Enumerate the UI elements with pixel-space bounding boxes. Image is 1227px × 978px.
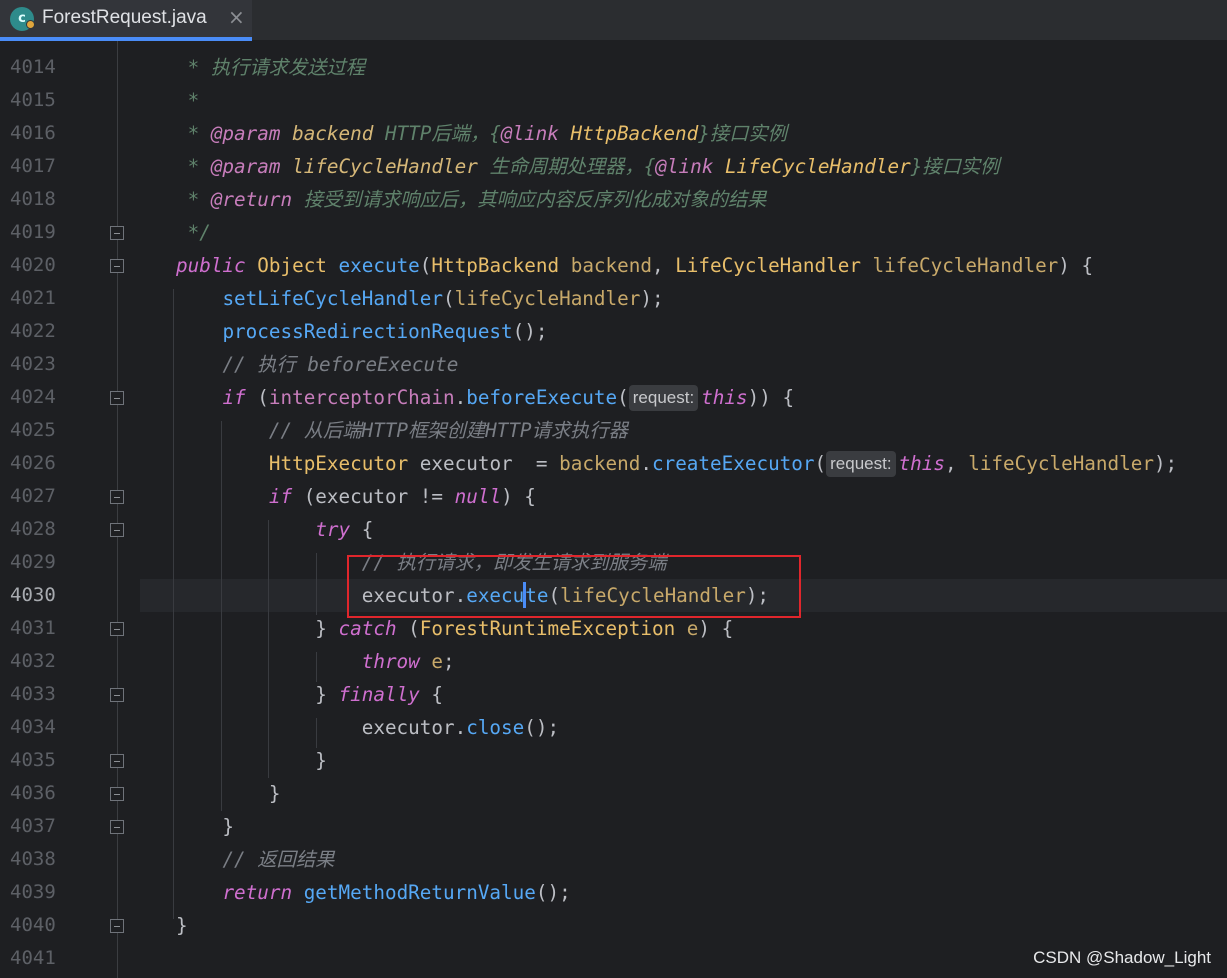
line-number: 4014 (10, 56, 56, 78)
tab-forest-request[interactable]: c ForestRequest.java × (0, 0, 252, 41)
code-line-4020: public Object execute(HttpBackend backen… (176, 254, 1094, 277)
code-line-4037: } (176, 815, 235, 838)
code-line-4016: * @param backend HTTP后端，{@link HttpBacke… (176, 122, 787, 145)
java-class-icon: c (10, 7, 35, 31)
code-line-4028: try { (315, 518, 374, 541)
code-line-4039: return getMethodReturnValue(); (222, 881, 571, 904)
fold-gutter-line (117, 41, 118, 978)
param-hint: request: (628, 385, 699, 411)
close-icon[interactable]: × (228, 5, 245, 29)
code-line-4032: throw e; (361, 650, 455, 673)
watermark: CSDN @Shadow_Light (1033, 948, 1211, 967)
line-number: 4018 (10, 188, 56, 210)
code-line-4014: * 执行请求发送过程 (176, 56, 366, 79)
code-line-4025: // 从后端HTTP框架创建HTTP请求执行器 (268, 419, 628, 442)
fold-marker[interactable] (110, 919, 124, 933)
line-number: 4037 (10, 815, 56, 837)
line-number: 4040 (10, 914, 56, 936)
code-line-4036: } (176, 782, 281, 805)
line-number: 4041 (10, 947, 56, 969)
fold-marker[interactable] (110, 259, 124, 273)
fold-marker[interactable] (110, 787, 124, 801)
fold-marker[interactable] (110, 820, 124, 834)
indent-guide (173, 289, 174, 919)
line-number: 4039 (10, 881, 56, 903)
code-line-4027: if (executor != null) { (268, 485, 536, 508)
code-line-4022: processRedirectionRequest(); (222, 320, 548, 343)
line-number: 4023 (10, 353, 56, 375)
line-number: 4019 (10, 221, 56, 243)
code-line-4023: // 执行 beforeExecute (222, 353, 459, 376)
fold-marker[interactable] (110, 523, 124, 537)
fold-marker[interactable] (110, 754, 124, 768)
line-number: 4028 (10, 518, 56, 540)
line-number: 4031 (10, 617, 56, 639)
code-editor[interactable]: 4014 4015 4016 4017 4018 4019 4020 4021 4022 4023… (0, 41, 1227, 978)
line-number: 4020 (10, 254, 56, 276)
code-line-4017: * @param lifeCycleHandler 生命周期处理器，{@link… (176, 155, 1000, 178)
code-line-4019: */ (176, 221, 211, 244)
tab-label: ForestRequest.java (42, 7, 207, 28)
line-number: 4032 (10, 650, 56, 672)
line-number: 4033 (10, 683, 56, 705)
editor-tab-bar: c ForestRequest.java × (0, 0, 1227, 41)
code-line-4038: // 返回结果 (222, 848, 335, 871)
annotation-highlight-box (347, 555, 801, 618)
code-line-4015: * (176, 89, 200, 112)
param-hint: request: (826, 451, 896, 477)
line-number: 4038 (10, 848, 56, 870)
fold-marker[interactable] (110, 391, 124, 405)
fold-marker[interactable] (110, 622, 124, 636)
fold-marker[interactable] (110, 688, 124, 702)
code-line-4035: } (176, 749, 327, 772)
fold-marker[interactable] (110, 490, 124, 504)
line-number: 4035 (10, 749, 56, 771)
line-number: 4026 (10, 452, 56, 474)
line-number: 4025 (10, 419, 56, 441)
line-number: 4017 (10, 155, 56, 177)
code-line-4021: setLifeCycleHandler(lifeCycleHandler); (222, 287, 664, 310)
code-line-4018: * @return 接受到请求响应后，其响应内容反序列化成对象的结果 (176, 188, 767, 211)
fold-marker[interactable] (110, 226, 124, 240)
line-number: 4034 (10, 716, 56, 738)
line-number: 4021 (10, 287, 56, 309)
line-number: 4024 (10, 386, 56, 408)
line-number: 4016 (10, 122, 56, 144)
line-number: 4015 (10, 89, 56, 111)
line-number: 4036 (10, 782, 56, 804)
line-number: 4022 (10, 320, 56, 342)
line-number: 4027 (10, 485, 56, 507)
code-line-4026: HttpExecutor executor = backend.createEx… (268, 451, 1178, 477)
code-line-4034: executor.close(); (176, 716, 560, 739)
code-line-4033: } finally { (176, 683, 444, 706)
line-number: 4029 (10, 551, 56, 573)
code-line-4040: } (176, 914, 188, 937)
line-number: 4030 (10, 584, 56, 606)
code-line-4024: if (interceptorChain.beforeExecute(reque… (222, 385, 795, 411)
